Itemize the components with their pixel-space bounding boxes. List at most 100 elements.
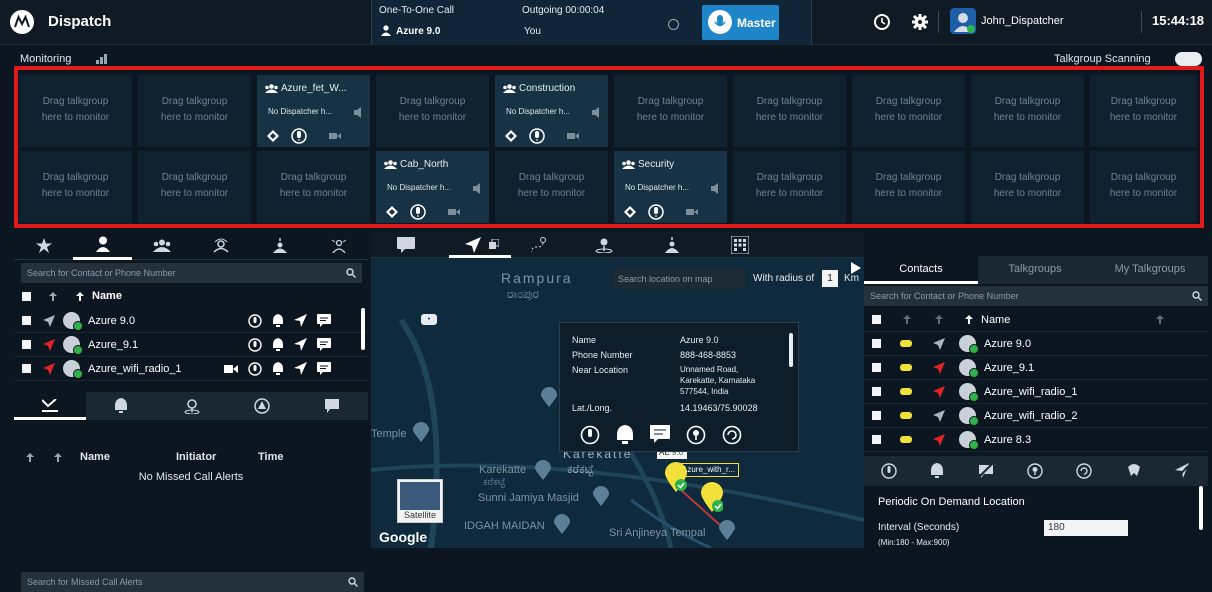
- alert-bell-icon[interactable]: [114, 398, 128, 414]
- row-checkbox[interactable]: [872, 411, 881, 420]
- tab-contacts[interactable]: Contacts: [864, 256, 978, 284]
- track-location-icon[interactable]: [686, 425, 706, 445]
- ptt-icon[interactable]: [881, 463, 897, 479]
- tab-contacts[interactable]: [73, 232, 132, 260]
- video-icon[interactable]: [224, 364, 238, 374]
- contact-row[interactable]: Azure_wifi_radio_2: [864, 404, 1208, 428]
- row-checkbox[interactable]: [872, 363, 881, 372]
- tab-talkgroups[interactable]: Talkgroups: [978, 256, 1092, 284]
- user-avatar[interactable]: [950, 8, 976, 34]
- tab-my-talkgroups[interactable]: My Talkgroups: [1092, 256, 1208, 284]
- message-slash-icon[interactable]: [978, 464, 994, 478]
- route-icon[interactable]: [529, 237, 547, 253]
- tab-favorites[interactable]: [14, 232, 73, 260]
- time-column-header[interactable]: Time: [258, 451, 283, 463]
- message-icon[interactable]: [317, 338, 331, 351]
- map-search-input[interactable]: Search location on map: [613, 269, 745, 289]
- tab-emergency[interactable]: [309, 232, 368, 260]
- interval-input[interactable]: 180: [1044, 520, 1128, 536]
- layout-icon[interactable]: [96, 54, 108, 64]
- sort-arrow-icon[interactable]: [1156, 315, 1164, 324]
- sort-arrow-icon[interactable]: [76, 291, 84, 301]
- name-column-header[interactable]: Name: [981, 314, 1156, 326]
- tab-groups[interactable]: [132, 232, 191, 260]
- row-checkbox[interactable]: [872, 435, 881, 444]
- radio-location-marker[interactable]: [665, 462, 687, 492]
- row-checkbox[interactable]: [872, 339, 881, 348]
- contact-row[interactable]: Azure 9.0: [14, 309, 368, 333]
- radius-input[interactable]: 1: [822, 270, 838, 287]
- stop-location-icon[interactable]: [1175, 463, 1191, 479]
- refresh-location-icon[interactable]: [1076, 463, 1093, 479]
- send-location-icon[interactable]: [294, 314, 307, 327]
- contact-row[interactable]: Azure_9.1: [864, 356, 1208, 380]
- ptt-icon[interactable]: [248, 337, 262, 352]
- alert-bell-icon[interactable]: [616, 425, 634, 445]
- row-checkbox[interactable]: [22, 364, 31, 373]
- right-contact-search-input[interactable]: Search for Contact or Phone Number: [864, 286, 1208, 306]
- sort-arrow-icon[interactable]: [49, 291, 57, 301]
- select-all-checkbox[interactable]: [22, 291, 31, 301]
- tab-location[interactable]: [449, 232, 511, 258]
- track-location-icon[interactable]: [1027, 463, 1043, 479]
- talkgroup-scanning-toggle[interactable]: [1175, 52, 1202, 66]
- contact-row[interactable]: Azure_wifi_radio_1: [864, 380, 1208, 404]
- initiator-column-header[interactable]: Initiator: [176, 451, 216, 463]
- alert-bell-icon[interactable]: [272, 361, 284, 376]
- search-icon[interactable]: [348, 577, 358, 587]
- scrollbar[interactable]: [361, 308, 365, 350]
- collapse-arrow-icon[interactable]: [851, 262, 861, 274]
- popup-scrollbar[interactable]: [789, 333, 793, 367]
- gear-icon[interactable]: [911, 13, 929, 31]
- contact-row[interactable]: Azure 9.0: [864, 332, 1208, 356]
- warning-icon[interactable]: [254, 398, 270, 414]
- sort-arrow-icon[interactable]: [935, 315, 943, 324]
- contact-row[interactable]: Azure 8.3: [864, 428, 1208, 452]
- contact-search-input[interactable]: Search for Contact or Phone Number: [21, 263, 362, 283]
- ptt-icon[interactable]: [248, 313, 262, 328]
- tab-broadcast[interactable]: [250, 232, 309, 260]
- search-icon[interactable]: [346, 268, 356, 278]
- master-button[interactable]: Master: [702, 5, 779, 40]
- name-column-header[interactable]: Name: [80, 451, 110, 463]
- alert-search-input[interactable]: Search for Missed Call Alerts: [21, 572, 364, 592]
- tab-missed-calls[interactable]: [14, 392, 86, 420]
- refresh-location-icon[interactable]: [722, 425, 742, 445]
- message-icon[interactable]: [650, 425, 670, 443]
- message-icon[interactable]: [397, 237, 415, 253]
- message-icon[interactable]: [317, 362, 331, 375]
- radio-location-marker[interactable]: [701, 482, 723, 512]
- history-icon[interactable]: [873, 13, 891, 31]
- alert-bell-icon[interactable]: [930, 463, 944, 479]
- ptt-icon[interactable]: [248, 361, 262, 376]
- sort-arrow-icon[interactable]: [965, 315, 973, 324]
- name-column-header[interactable]: Name: [92, 290, 122, 302]
- alert-bell-icon[interactable]: [272, 313, 284, 328]
- row-checkbox[interactable]: [22, 340, 31, 349]
- ptt-icon[interactable]: [580, 425, 600, 445]
- alert-bell-icon[interactable]: [272, 337, 284, 352]
- row-checkbox[interactable]: [872, 387, 881, 396]
- sort-arrow-icon[interactable]: [903, 315, 911, 324]
- periodic-location-icon[interactable]: [1126, 463, 1142, 479]
- geofence-icon[interactable]: [595, 237, 613, 253]
- contact-row[interactable]: Azure_wifi_radio_1: [14, 357, 368, 381]
- search-icon[interactable]: [1192, 291, 1202, 301]
- user-name[interactable]: John_Dispatcher: [981, 15, 1064, 27]
- grid-keypad-icon[interactable]: [731, 236, 749, 254]
- location-alert-icon[interactable]: [184, 398, 200, 414]
- broadcast-group-icon[interactable]: [663, 237, 681, 253]
- row-checkbox[interactable]: [22, 316, 31, 325]
- sort-arrow-icon[interactable]: [26, 453, 34, 462]
- satellite-toggle[interactable]: Satellite: [397, 479, 443, 523]
- send-location-icon[interactable]: [294, 362, 307, 375]
- contact-row[interactable]: Azure_9.1: [14, 333, 368, 357]
- select-all-checkbox[interactable]: [872, 315, 881, 324]
- tab-dynamic-groups[interactable]: [191, 232, 250, 260]
- message-icon[interactable]: [317, 314, 331, 327]
- scrollbar[interactable]: [1199, 486, 1203, 530]
- sort-arrow-icon[interactable]: [54, 453, 62, 462]
- send-location-icon[interactable]: [294, 338, 307, 351]
- status-message-icon[interactable]: [324, 398, 340, 414]
- status-pill: [900, 388, 912, 395]
